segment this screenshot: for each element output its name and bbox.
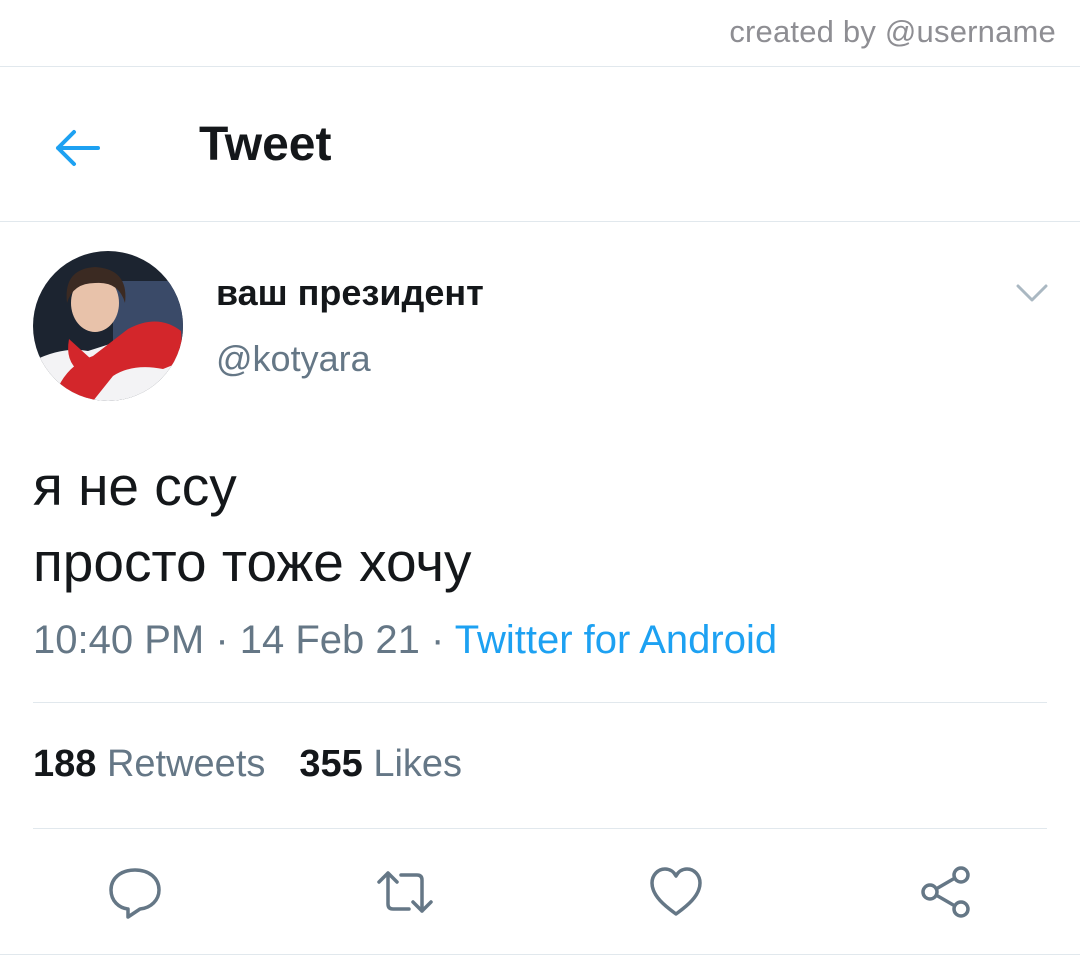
divider bbox=[33, 702, 1047, 703]
tweet-stats: 188 Retweets 355 Likes bbox=[33, 743, 462, 786]
retweets-count: 188 bbox=[33, 743, 97, 785]
likes-count: 355 bbox=[299, 743, 363, 785]
chevron-down-icon bbox=[1016, 284, 1048, 302]
retweet-icon bbox=[377, 871, 433, 913]
meta-separator: · bbox=[204, 618, 240, 662]
like-button[interactable] bbox=[646, 862, 706, 922]
watermark: created by @username bbox=[729, 14, 1056, 49]
author-handle[interactable]: @kotyara bbox=[216, 338, 371, 380]
divider bbox=[0, 66, 1080, 67]
divider bbox=[33, 828, 1047, 829]
tweet-line: просто тоже хочу bbox=[33, 531, 472, 593]
like-icon bbox=[650, 867, 702, 916]
meta-separator: · bbox=[419, 618, 455, 662]
reply-icon bbox=[109, 868, 161, 919]
avatar[interactable] bbox=[33, 251, 183, 401]
retweet-button[interactable] bbox=[375, 862, 435, 922]
share-icon bbox=[921, 866, 970, 918]
retweets-label: Retweets bbox=[106, 743, 266, 785]
tweet-text: я не ссу просто тоже хочу bbox=[33, 448, 472, 600]
reply-button[interactable] bbox=[105, 862, 165, 922]
tweet-date: 14 Feb 21 bbox=[239, 618, 420, 662]
share-button[interactable] bbox=[916, 862, 976, 922]
back-button[interactable] bbox=[48, 118, 108, 178]
avatar-image bbox=[33, 251, 183, 401]
likes-label: Likes bbox=[373, 743, 463, 785]
more-options-button[interactable] bbox=[1012, 278, 1052, 308]
tweet-line: я не ссу bbox=[33, 455, 237, 517]
arrow-left-icon bbox=[56, 130, 100, 166]
page-title: Tweet bbox=[199, 118, 332, 171]
divider bbox=[0, 221, 1080, 222]
divider bbox=[0, 954, 1080, 955]
tweet-source-link[interactable]: Twitter for Android bbox=[455, 618, 777, 662]
tweet-time: 10:40 PM bbox=[33, 618, 205, 662]
retweets-stat[interactable]: 188 Retweets bbox=[33, 743, 265, 785]
likes-stat[interactable]: 355 Likes bbox=[299, 743, 462, 785]
author-display-name[interactable]: ваш президент bbox=[216, 272, 484, 314]
tweet-meta: 10:40 PM · 14 Feb 21 · Twitter for Andro… bbox=[33, 618, 777, 663]
